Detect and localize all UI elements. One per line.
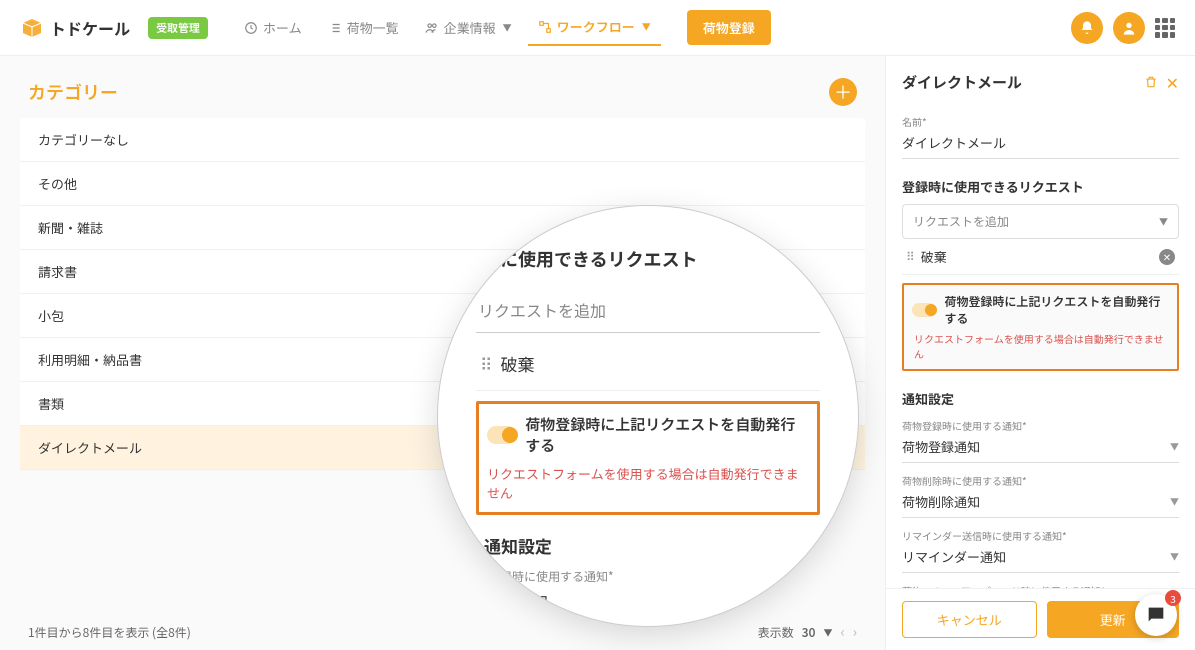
chevron-down-icon: ▼ — [642, 20, 651, 33]
page-title: カテゴリー — [28, 79, 118, 105]
zoom-sub-label: 物登録時に使用する通知* — [476, 568, 820, 585]
chevron-down-icon: ▼ — [1170, 495, 1179, 508]
auto-issue-box: 荷物登録時に上記リクエストを自動発行する リクエストフォームを使用する場合は自動… — [902, 283, 1179, 371]
nav-packages-label: 荷物一覧 — [347, 18, 399, 37]
main-nav: ホーム 荷物一覧 企業情報 ▼ ワークフロー ▼ — [234, 9, 661, 46]
auto-issue-label: 荷物登録時に上記リクエストを自動発行する — [944, 293, 1169, 327]
zoom-toggle-icon — [487, 426, 517, 444]
chat-icon — [1145, 604, 1167, 626]
category-item[interactable]: カテゴリーなし — [20, 118, 865, 162]
notif-label: 荷物登録時に使用する通知* — [902, 418, 1179, 433]
next-page-button[interactable]: › — [853, 622, 857, 642]
app-header: トドケール 受取管理 ホーム 荷物一覧 企業情報 ▼ ワークフロー ▼ 荷物登録 — [0, 0, 1195, 56]
chevron-down-icon: ▼ — [1170, 550, 1179, 563]
list-footer: 1件目から8件目を表示 (全8件) 表示数 30 ▼ ‹ › — [28, 622, 857, 642]
profile-button[interactable] — [1113, 12, 1145, 44]
add-category-button[interactable]: ＋ — [829, 78, 857, 106]
add-request-select[interactable]: リクエストを追加 ▼ — [902, 204, 1179, 239]
zoom-request-label: 破棄 — [500, 351, 534, 376]
nav-home-label: ホーム — [263, 18, 302, 37]
display-label: 表示数 — [758, 624, 794, 641]
zoom-auto-box: 荷物登録時に上記リクエストを自動発行する リクエストフォームを使用する場合は自動… — [476, 401, 820, 515]
pager: 表示数 30 ▼ ‹ › — [758, 622, 857, 642]
header-right — [1071, 12, 1175, 44]
name-field-label: 名前* — [902, 114, 1179, 129]
zoom-heading: に使用できるリクエスト — [500, 246, 820, 272]
prev-page-button[interactable]: ‹ — [841, 622, 845, 642]
auto-issue-toggle[interactable] — [912, 303, 936, 317]
notif-label: リマインダー送信時に使用する通知* — [902, 528, 1179, 543]
register-package-button[interactable]: 荷物登録 — [687, 10, 771, 45]
close-panel-button[interactable]: ✕ — [1166, 70, 1179, 94]
zoom-notif-heading: 通知設定 — [484, 533, 820, 558]
logo-icon — [20, 16, 44, 40]
add-request-placeholder: リクエストを追加 — [913, 213, 1009, 230]
requests-heading: 登録時に使用できるリクエスト — [902, 177, 1179, 196]
detail-panel: ダイレクトメール ✕ 名前* ダイレクトメール 登録時に使用できるリクエスト リ… — [885, 56, 1195, 650]
remove-request-button[interactable]: ✕ — [1159, 249, 1175, 265]
chevron-down-icon: ▼ — [1170, 440, 1179, 453]
list-icon — [328, 21, 342, 35]
request-item[interactable]: ⠿ 破棄 ✕ — [902, 239, 1179, 275]
chat-button[interactable]: 3 — [1135, 594, 1177, 636]
name-field-value[interactable]: ダイレクトメール — [902, 129, 1179, 159]
nav-workflow-label: ワークフロー — [557, 17, 635, 36]
result-count: 1件目から8件目を表示 (全8件) — [28, 624, 191, 641]
notifications-button[interactable] — [1071, 12, 1103, 44]
flow-icon — [538, 20, 552, 34]
request-item-label: 破棄 — [921, 247, 947, 266]
user-icon — [1121, 20, 1137, 36]
zoom-auto-label: 荷物登録時に上記リクエストを自動発行する — [525, 414, 809, 456]
panel-header: ダイレクトメール ✕ — [886, 56, 1195, 104]
people-icon — [425, 21, 439, 35]
panel-title: ダイレクトメール — [902, 72, 1136, 93]
auto-issue-note: リクエストフォームを使用する場合は自動発行できません — [914, 331, 1169, 361]
nav-packages[interactable]: 荷物一覧 — [318, 9, 409, 46]
nav-workflow[interactable]: ワークフロー ▼ — [528, 9, 661, 46]
notif-select[interactable]: 荷物登録通知▼ — [902, 433, 1179, 463]
nav-home[interactable]: ホーム — [234, 9, 312, 46]
chevron-down-icon[interactable]: ▼ — [824, 626, 833, 639]
nav-company-label: 企業情報 — [444, 18, 496, 37]
nav-company[interactable]: 企業情報 ▼ — [415, 9, 522, 46]
display-count[interactable]: 30 — [802, 624, 816, 641]
clock-icon — [244, 21, 258, 35]
mode-badge: 受取管理 — [148, 17, 208, 39]
panel-body: 名前* ダイレクトメール 登録時に使用できるリクエスト リクエストを追加 ▼ ⠿… — [886, 104, 1195, 588]
zoom-add-request: リクエストを追加 — [476, 288, 820, 333]
drag-handle-icon: ⠿ — [480, 351, 492, 376]
zoom-auto-note: リクエストフォームを使用する場合は自動発行できません — [487, 464, 809, 502]
notif-label: 荷物削除時に使用する通知* — [902, 473, 1179, 488]
notification-heading: 通知設定 — [902, 389, 1179, 408]
chat-badge: 3 — [1165, 590, 1181, 606]
zoom-magnifier: に使用できるリクエスト リクエストを追加 ⠿ 破棄 荷物登録時に上記リクエストを… — [438, 206, 858, 626]
logo[interactable]: トドケール — [20, 16, 130, 40]
zoom-request-item: ⠿ 破棄 — [476, 337, 820, 391]
notif-select[interactable]: リマインダー通知▼ — [902, 543, 1179, 573]
chevron-down-icon: ▼ — [1159, 215, 1168, 228]
category-item[interactable]: その他 — [20, 162, 865, 206]
delete-button[interactable] — [1144, 70, 1158, 94]
notif-select[interactable]: 荷物削除通知▼ — [902, 488, 1179, 518]
trash-icon — [1144, 75, 1158, 89]
apps-menu-button[interactable] — [1155, 18, 1175, 38]
chevron-down-icon: ▼ — [503, 21, 512, 34]
auto-issue-toggle-row: 荷物登録時に上記リクエストを自動発行する — [912, 293, 1169, 327]
logo-text: トドケール — [50, 16, 130, 40]
cancel-button[interactable]: キャンセル — [902, 601, 1037, 638]
drag-handle-icon[interactable]: ⠿ — [906, 248, 915, 265]
main-header: カテゴリー ＋ — [0, 56, 885, 118]
bell-icon — [1079, 20, 1095, 36]
